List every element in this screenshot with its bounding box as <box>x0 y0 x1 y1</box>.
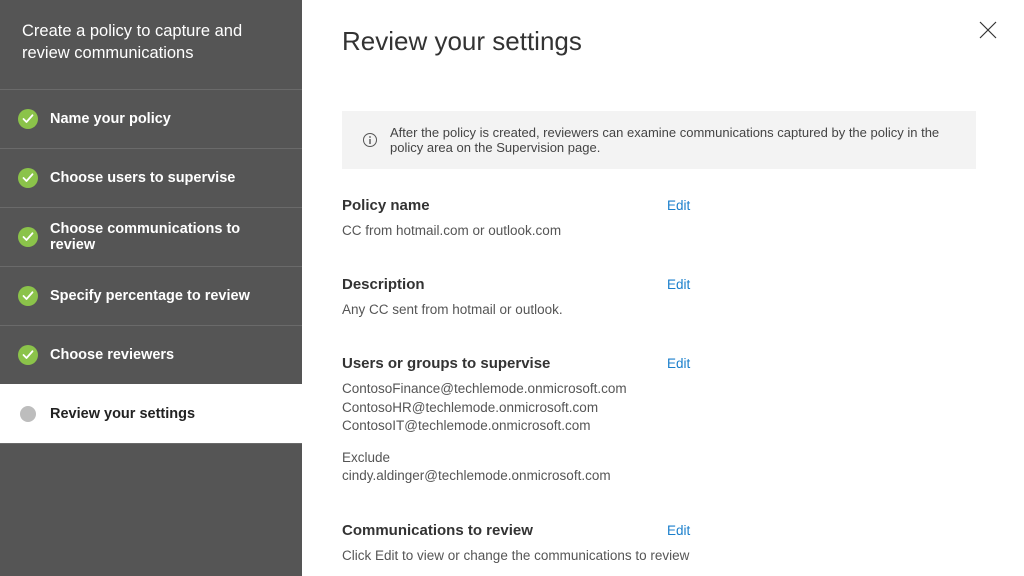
edit-communications[interactable]: Edit <box>667 523 690 538</box>
user-exclude-item: cindy.aldinger@techlemode.onmicrosoft.co… <box>342 467 952 485</box>
check-circle-icon <box>18 109 38 129</box>
step-label: Choose users to supervise <box>50 170 235 186</box>
policy-name-value: CC from hotmail.com or outlook.com <box>342 222 952 240</box>
exclude-label: Exclude <box>342 449 952 467</box>
sidebar-title: Create a policy to capture and review co… <box>0 0 302 89</box>
info-callout: After the policy is created, reviewers c… <box>342 111 976 169</box>
wizard-steps: Name your policy Choose users to supervi… <box>0 89 302 443</box>
user-include-item: ContosoHR@techlemode.onmicrosoft.com <box>342 399 952 417</box>
step-review-settings[interactable]: Review your settings <box>0 384 302 443</box>
main-panel: Review your settings After the policy is… <box>302 0 1024 576</box>
section-policy-name: Policy name Edit CC from hotmail.com or … <box>342 197 952 240</box>
check-circle-icon <box>18 227 38 247</box>
sidebar-fill <box>0 443 302 576</box>
description-value: Any CC sent from hotmail or outlook. <box>342 301 952 319</box>
step-name-policy[interactable]: Name your policy <box>0 89 302 148</box>
step-label: Choose reviewers <box>50 347 174 363</box>
section-users: Users or groups to supervise Edit Contos… <box>342 355 952 485</box>
step-choose-reviewers[interactable]: Choose reviewers <box>0 325 302 384</box>
wizard-sidebar: Create a policy to capture and review co… <box>0 0 302 576</box>
page-title: Review your settings <box>342 26 976 57</box>
close-icon[interactable] <box>976 18 1000 42</box>
section-title: Users or groups to supervise <box>342 355 667 372</box>
step-label: Review your settings <box>50 406 195 422</box>
step-specify-percentage[interactable]: Specify percentage to review <box>0 266 302 325</box>
section-description: Description Edit Any CC sent from hotmai… <box>342 276 952 319</box>
dot-icon <box>18 404 38 424</box>
check-circle-icon <box>18 345 38 365</box>
step-label: Choose communications to review <box>50 221 284 253</box>
check-circle-icon <box>18 286 38 306</box>
check-circle-icon <box>18 168 38 188</box>
info-icon <box>362 132 378 148</box>
section-title: Policy name <box>342 197 667 214</box>
section-title: Description <box>342 276 667 293</box>
step-label: Specify percentage to review <box>50 288 250 304</box>
user-include-item: ContosoIT@techlemode.onmicrosoft.com <box>342 417 952 435</box>
communications-value: Click Edit to view or change the communi… <box>342 547 952 565</box>
section-communications: Communications to review Edit Click Edit… <box>342 522 952 565</box>
user-include-item: ContosoFinance@techlemode.onmicrosoft.co… <box>342 380 952 398</box>
edit-description[interactable]: Edit <box>667 277 690 292</box>
info-text: After the policy is created, reviewers c… <box>390 125 958 155</box>
edit-users[interactable]: Edit <box>667 356 690 371</box>
step-choose-users[interactable]: Choose users to supervise <box>0 148 302 207</box>
step-choose-communications[interactable]: Choose communications to review <box>0 207 302 266</box>
section-title: Communications to review <box>342 522 667 539</box>
step-label: Name your policy <box>50 111 171 127</box>
edit-policy-name[interactable]: Edit <box>667 198 690 213</box>
